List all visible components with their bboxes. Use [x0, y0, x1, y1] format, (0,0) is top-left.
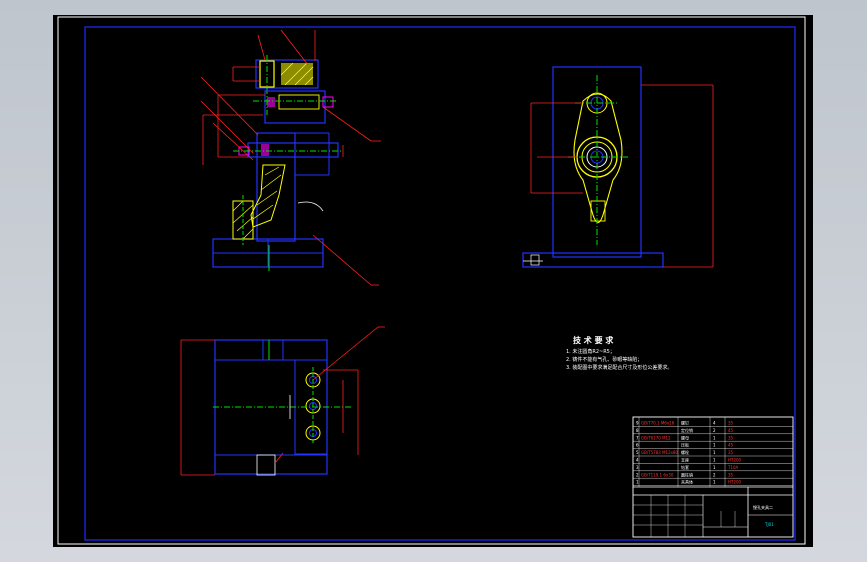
front-section-view: [200, 29, 381, 286]
bom-cell: GB/T6170 M12: [641, 435, 671, 440]
bom-cell: 45: [728, 443, 734, 448]
tech-requirement-1: 1. 未注圆角R2~R5；: [566, 348, 615, 355]
drawing-code: TJ01: [764, 522, 774, 527]
bom-cell: HT200: [728, 480, 742, 485]
top-view: [180, 326, 385, 476]
side-view: [522, 66, 714, 268]
cad-viewport[interactable]: 技 术 要 求 1. 未注圆角R2~R5； 2. 铸件不能有气孔、砂眼等缺陷； …: [0, 0, 867, 562]
bom-cell: 压板: [681, 442, 689, 448]
bom-cell: 螺栓: [681, 449, 689, 455]
bom-cell: 4: [713, 421, 716, 426]
title-block: 9 GB/T70.1 M6x16 螺钉 4 358 定位销 2 457 GB/T6170 M12…: [632, 416, 794, 538]
tech-requirements-title: 技 术 要 求: [573, 335, 614, 345]
bom-cell: 1: [713, 450, 716, 455]
bom-cell: 1: [713, 435, 716, 440]
bom-cell: 定位销: [681, 427, 693, 433]
bom-cell: 1: [713, 465, 716, 470]
bom-cell: GB/T119.1 6x30: [641, 472, 674, 477]
bom-cell: 支座: [681, 457, 689, 463]
bom-cell: HT200: [728, 458, 742, 463]
drawing-canvas: 技 术 要 求 1. 未注圆角R2~R5； 2. 铸件不能有气孔、砂眼等缺陷； …: [57, 16, 806, 545]
bom-row-number: 4: [636, 458, 639, 463]
bom-row-number: 8: [636, 428, 639, 433]
tech-requirement-2: 2. 铸件不能有气孔、砂眼等缺陷；: [566, 356, 642, 363]
bom-cell: 2: [713, 428, 716, 433]
bom-row-number: 6: [636, 443, 639, 448]
outer-frame: [57, 16, 806, 545]
drawing-sheet: 技 术 要 求 1. 未注圆角R2~R5； 2. 铸件不能有气孔、砂眼等缺陷； …: [53, 15, 813, 547]
drawing-name: 镗孔夹具二: [753, 504, 773, 510]
bom-cell: 螺钉: [681, 420, 689, 426]
bom-cell: 圆柱销: [681, 471, 693, 477]
bom-row-number: 1: [636, 480, 639, 485]
bom-row-number: 9: [636, 421, 639, 426]
bom-cell: 45: [728, 428, 734, 433]
bom-cell: 1: [713, 443, 716, 448]
bom-cell: 2: [713, 472, 716, 477]
bom-cell: 35: [728, 472, 734, 477]
bom-row-number: 3: [636, 465, 639, 470]
inner-border: [84, 26, 796, 541]
bom-row-number: 2: [636, 472, 639, 477]
bill-of-materials: 9 GB/T70.1 M6x16 螺钉 4 358 定位销 2 457 GB/T6170 M12…: [633, 417, 793, 487]
bom-cell: GB/T70.1 M6x16: [641, 421, 675, 426]
bom-cell: 1: [713, 480, 716, 485]
bom-cell: 螺母: [681, 434, 689, 440]
bom-cell: 35: [728, 421, 734, 426]
bom-cell: 35: [728, 435, 734, 440]
bom-cell: 夹具体: [681, 479, 693, 485]
tech-requirement-3: 3. 装配图中要求满足配合尺寸及形位公差要求。: [566, 364, 672, 371]
bom-cell: 钻套: [681, 464, 689, 470]
bom-cell: T10A: [727, 465, 739, 470]
bom-row-number: 5: [636, 450, 639, 455]
tech-requirements: 技 术 要 求 1. 未注圆角R2~R5； 2. 铸件不能有气孔、砂眼等缺陷； …: [566, 335, 672, 371]
bom-row-number: 7: [636, 435, 639, 440]
bom-cell: GB/T5783 M12x80: [641, 450, 679, 455]
bom-cell: 1: [713, 458, 716, 463]
bom-cell: 35: [728, 450, 734, 455]
